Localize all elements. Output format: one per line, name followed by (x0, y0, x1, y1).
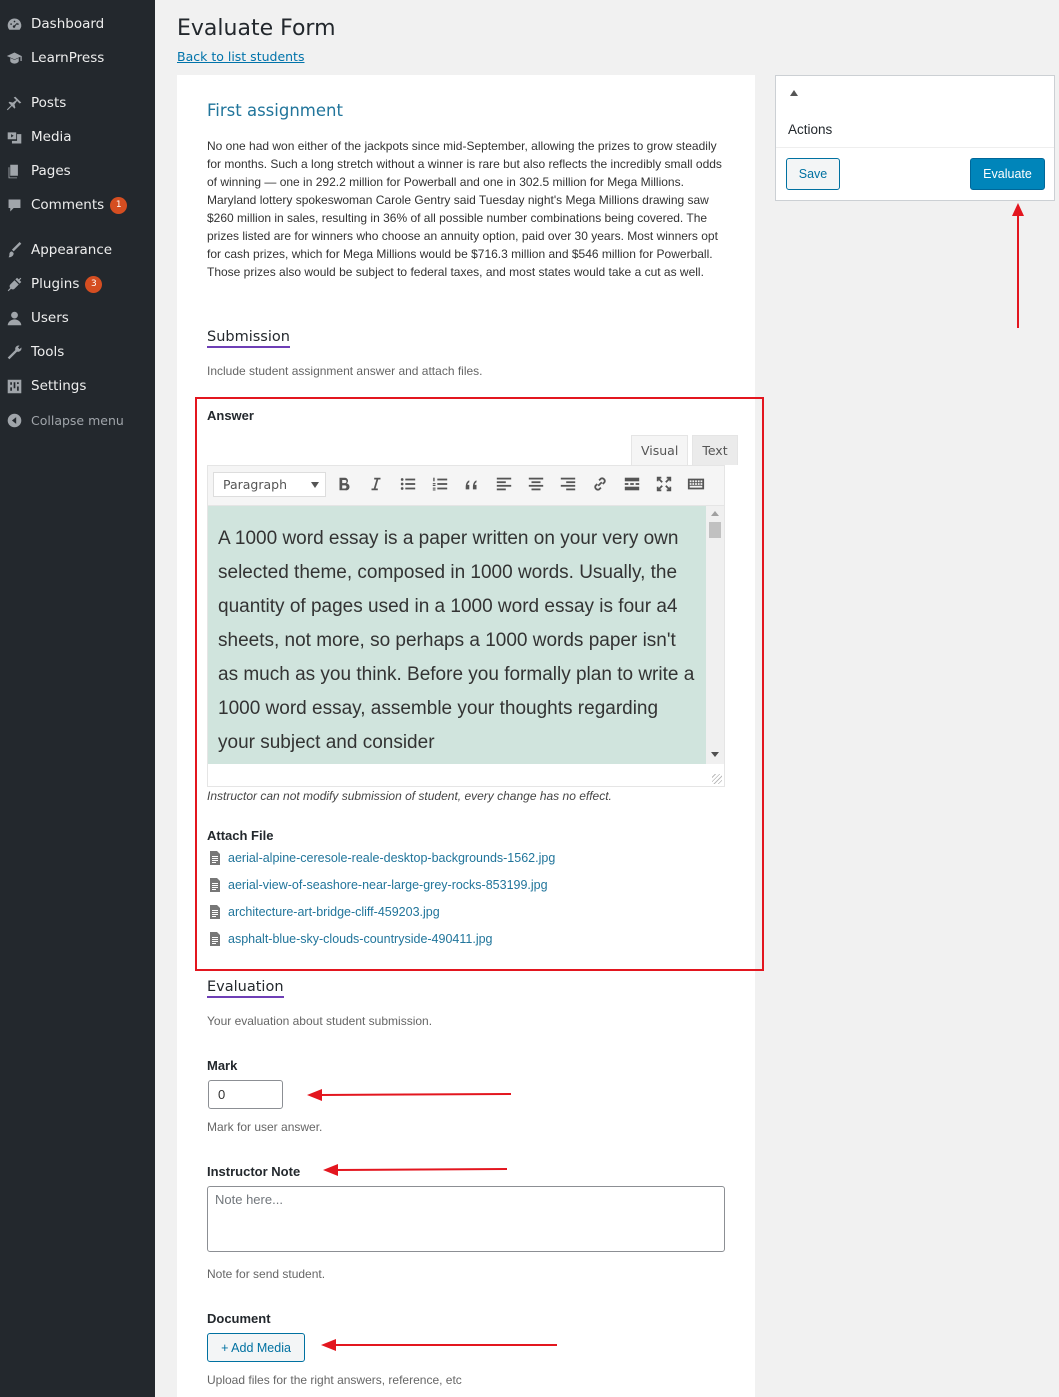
arrow-icon (307, 1089, 512, 1101)
arrow-icon (321, 1339, 557, 1351)
arrow-icon (1012, 203, 1024, 328)
annotation-arrows (307, 203, 1024, 1351)
arrow-icon (323, 1164, 508, 1176)
